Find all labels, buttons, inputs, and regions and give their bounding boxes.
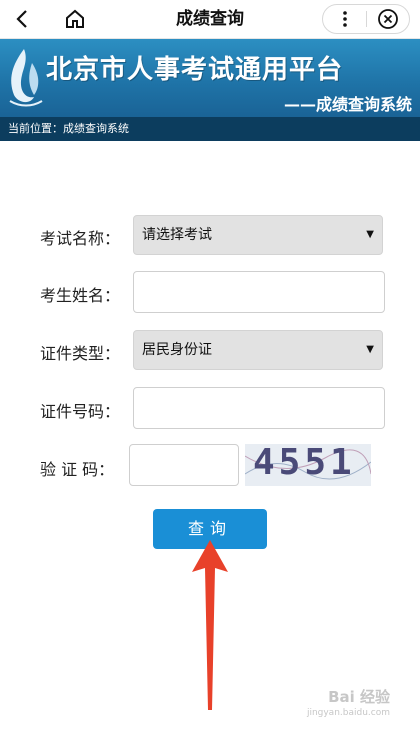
dropdown-arrow-icon: ▼: [366, 344, 374, 355]
id-type-select[interactable]: 居民身份证 ▼: [133, 330, 383, 370]
exam-name-select[interactable]: 请选择考试 ▼: [133, 215, 383, 255]
dropdown-arrow-icon: ▼: [366, 229, 374, 240]
id-number-input[interactable]: [133, 387, 385, 429]
id-type-value: 居民身份证: [142, 342, 212, 358]
captcha-code: 4551: [253, 444, 356, 483]
captcha-input[interactable]: [129, 444, 239, 486]
watermark-url: jingyan.baidu.com: [306, 708, 390, 718]
captcha-image[interactable]: 4551: [245, 444, 371, 486]
red-arrow-annotation: [192, 540, 228, 710]
watermark-logo: Bai 经验: [328, 688, 390, 706]
banner-title: 北京市人事考试通用平台: [46, 55, 344, 85]
close-button[interactable]: [367, 5, 409, 33]
candidate-name-label: 考生姓名：: [40, 286, 121, 305]
id-number-label: 证件号码：: [40, 402, 121, 421]
capsule-menu: [322, 4, 410, 34]
site-banner: 北京市人事考试通用平台 ——成绩查询系统: [0, 39, 420, 117]
candidate-name-input[interactable]: [133, 271, 385, 313]
exam-name-value: 请选择考试: [142, 227, 212, 243]
more-button[interactable]: [323, 5, 366, 33]
id-type-label: 证件类型：: [40, 344, 121, 363]
close-circle-icon: [378, 9, 398, 29]
captcha-label: 验 证 码：: [40, 460, 115, 479]
breadcrumb-text: 当前位置：成绩查询系统: [8, 122, 129, 135]
flame-logo-icon: [9, 49, 43, 107]
breadcrumb: 当前位置：成绩查询系统: [0, 117, 420, 141]
more-vertical-icon: [342, 11, 347, 27]
exam-name-label: 考试名称：: [40, 229, 121, 248]
top-nav-bar: 成绩查询: [0, 0, 420, 39]
banner-subtitle: ——成绩查询系统: [283, 95, 412, 114]
